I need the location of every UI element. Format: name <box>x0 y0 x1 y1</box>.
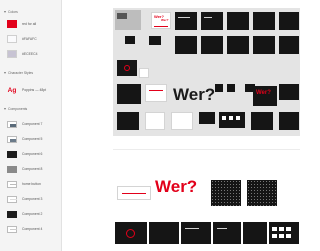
colors-section-header[interactable]: Colors <box>4 9 18 15</box>
artboard-frame[interactable] <box>175 36 197 54</box>
headline-text: Wer? <box>155 177 198 196</box>
color-item-red[interactable]: red for all <box>0 18 61 30</box>
artboard-frame[interactable] <box>279 112 299 130</box>
artboard-frame[interactable] <box>115 222 147 244</box>
artboard-top[interactable]: Wer? Wer? Wer? Wer? <box>113 8 300 136</box>
character-style-item[interactable]: Ag Poppins — 48pt <box>0 84 61 96</box>
artboard-frame[interactable]: Wer? Wer? <box>151 12 171 29</box>
character-styles-section-title: Character Styles <box>8 71 34 75</box>
color-label: red for all <box>22 22 37 26</box>
artboard-frame[interactable] <box>201 12 223 30</box>
artboard-frame[interactable] <box>117 112 139 130</box>
component-thumbnail <box>7 225 17 233</box>
component-thumbnail <box>7 165 17 173</box>
color-swatch <box>7 50 17 58</box>
artboard-frame[interactable] <box>171 112 193 130</box>
component-label: Component 3 <box>22 197 43 201</box>
artboard-frame[interactable] <box>149 222 179 244</box>
component-label: Component 5 <box>22 137 43 141</box>
component-thumbnail <box>7 135 17 143</box>
color-label: #ECEEC4 <box>22 52 38 56</box>
artboard-frame[interactable] <box>243 222 267 244</box>
components-section-header[interactable]: Components <box>4 106 27 112</box>
artboard-frame[interactable] <box>213 222 241 244</box>
headline-text: Wer? <box>256 90 271 96</box>
artboard-frame[interactable] <box>227 12 249 30</box>
artboard-frame[interactable] <box>279 12 299 30</box>
artboard-frame[interactable] <box>279 36 299 54</box>
artboard-frame[interactable] <box>227 36 249 54</box>
component-thumbnail <box>7 120 17 128</box>
artboard-frame[interactable]: Wer? <box>253 86 277 106</box>
colors-section-title: Colors <box>8 10 18 14</box>
artboard-frame[interactable] <box>215 84 223 92</box>
artboard-frame[interactable] <box>145 112 165 130</box>
artboard-frame[interactable] <box>199 112 215 124</box>
component-label: Component 6 <box>22 152 43 156</box>
artboard-frame[interactable] <box>117 186 151 200</box>
headline-text: Wer? <box>161 18 169 22</box>
artboard-frame[interactable] <box>219 112 245 128</box>
component-label: Component 7 <box>22 122 43 126</box>
artboard-frame[interactable] <box>115 10 141 30</box>
component-item[interactable]: Component 2 <box>0 208 61 220</box>
artboard-frame[interactable] <box>251 112 273 130</box>
artboard-frame[interactable] <box>279 84 299 100</box>
artboard-frame[interactable] <box>253 36 275 54</box>
artboard-frame[interactable] <box>145 84 167 102</box>
component-item[interactable]: Component 4 <box>0 223 61 235</box>
artboard-frame[interactable] <box>175 12 197 30</box>
character-styles-section-header[interactable]: Character Styles <box>4 70 33 76</box>
component-thumbnail <box>7 210 17 218</box>
color-item-light[interactable]: #FAFAFC <box>0 33 61 45</box>
component-label: home button <box>22 182 41 186</box>
headline-text: Wer? <box>173 85 216 104</box>
color-item-lavender[interactable]: #ECEEC4 <box>0 48 61 60</box>
artboard-frame[interactable] <box>253 12 275 30</box>
component-item[interactable]: Component 6 <box>0 148 61 160</box>
artboard-frame[interactable] <box>125 36 135 44</box>
character-style-label: Poppins — 48pt <box>22 88 47 92</box>
color-label: #FAFAFC <box>22 37 37 41</box>
assets-panel: Colors red for all #FAFAFC #ECEEC4 Chara… <box>0 0 62 251</box>
artboard-frame[interactable] <box>247 180 277 206</box>
color-swatch <box>7 35 17 43</box>
component-thumbnail <box>7 180 17 188</box>
component-item[interactable]: home button <box>0 178 61 190</box>
component-label: Component 4 <box>22 227 43 231</box>
component-thumbnail <box>7 195 17 203</box>
chevron-down-icon <box>4 72 6 74</box>
artboard-frame[interactable] <box>201 36 223 54</box>
component-label: Component 8 <box>22 167 43 171</box>
artboard-frame[interactable] <box>117 84 141 104</box>
component-thumbnail <box>7 150 17 158</box>
component-label: Component 2 <box>22 212 43 216</box>
chevron-down-icon <box>4 108 6 110</box>
chevron-down-icon <box>4 11 6 13</box>
component-item[interactable]: Component 3 <box>0 193 61 205</box>
color-swatch <box>7 20 17 28</box>
artboard-frame[interactable] <box>117 60 137 76</box>
artboard-frame[interactable] <box>139 68 149 78</box>
component-item[interactable]: Component 5 <box>0 133 61 145</box>
text-style-icon: Ag <box>7 86 17 94</box>
artboard-frame[interactable] <box>149 36 161 45</box>
artboard-frame[interactable] <box>227 84 235 92</box>
artboard-frame[interactable] <box>211 180 241 206</box>
design-app: Colors red for all #FAFAFC #ECEEC4 Chara… <box>0 0 308 251</box>
component-item[interactable]: Component 8 <box>0 163 61 175</box>
artboard-frame[interactable] <box>181 222 211 244</box>
component-item[interactable]: Component 7 <box>0 118 61 130</box>
components-section-title: Components <box>8 107 28 111</box>
artboard-frame[interactable] <box>269 222 299 244</box>
artboard-bottom[interactable]: Wer? <box>113 149 300 245</box>
